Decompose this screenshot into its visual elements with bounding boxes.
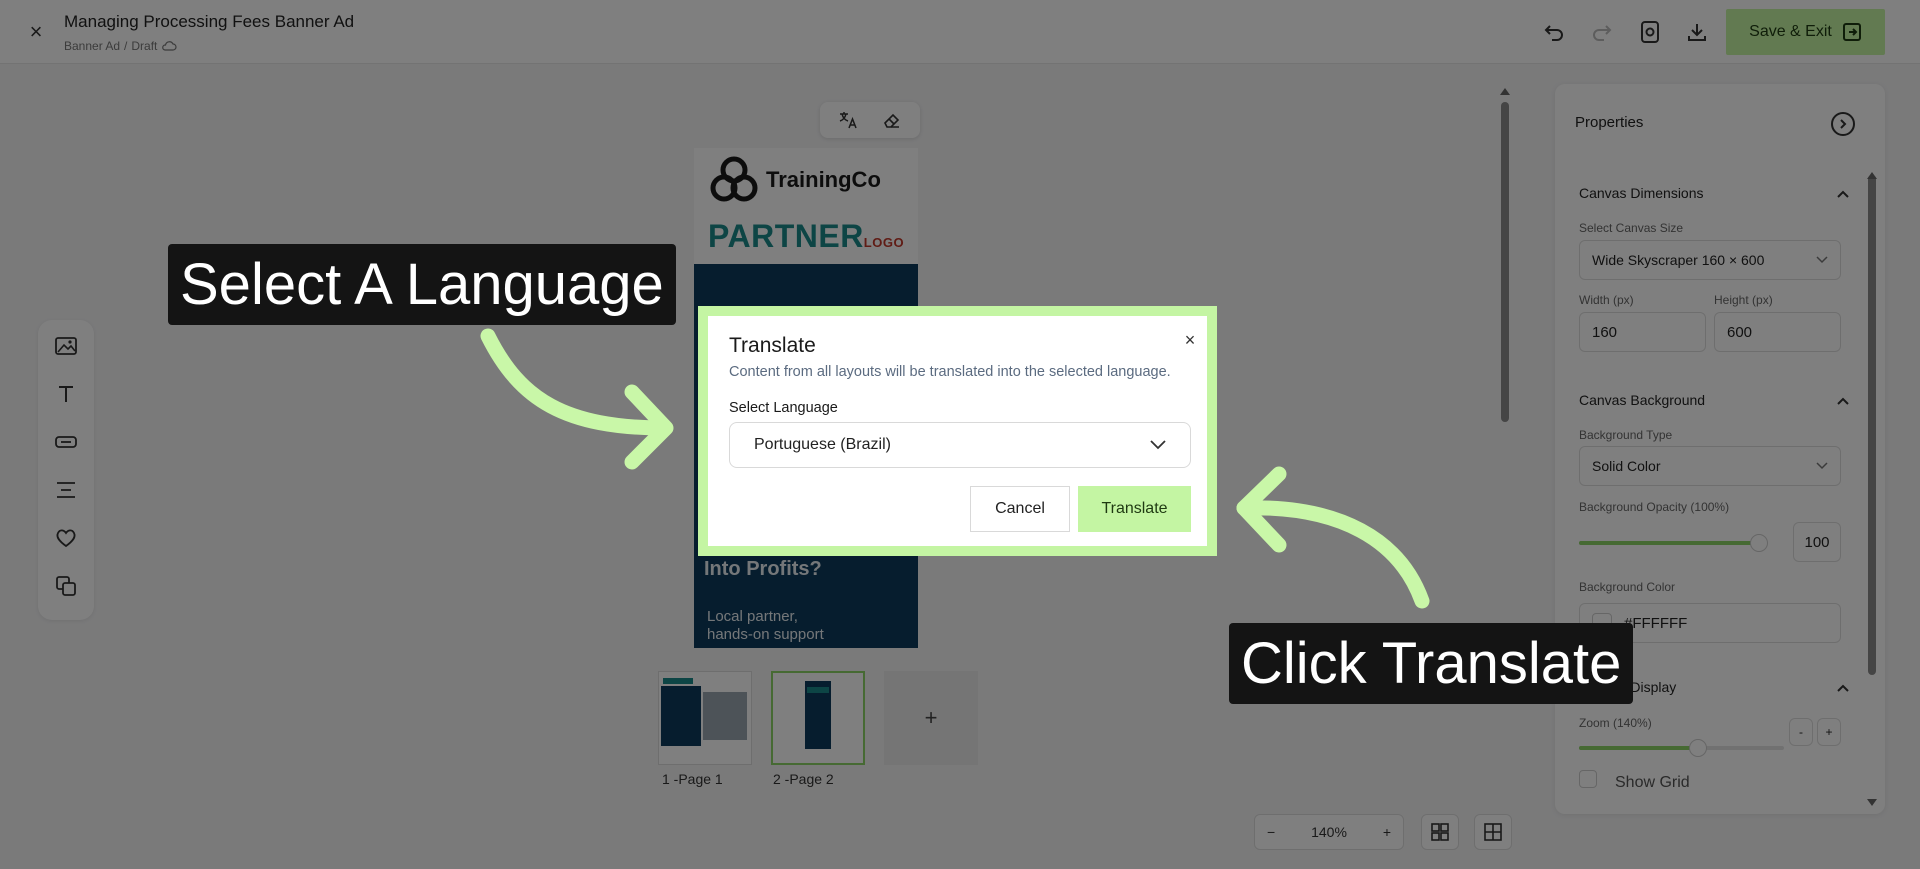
translate-dialog: Translate × Content from all layouts wil… [708, 316, 1207, 546]
selected-language: Portuguese (Brazil) [754, 436, 891, 453]
translate-button[interactable]: Translate [1078, 486, 1191, 532]
dialog-title: Translate [729, 334, 816, 357]
select-language-label: Select Language [729, 400, 838, 416]
cancel-button[interactable]: Cancel [970, 486, 1070, 532]
select-language-callout: Select A Language [168, 244, 676, 325]
chevron-down-icon [1150, 440, 1166, 450]
dialog-description: Content from all layouts will be transla… [729, 364, 1171, 380]
close-icon[interactable]: × [1182, 331, 1198, 349]
language-select[interactable]: Portuguese (Brazil) [729, 422, 1191, 468]
click-translate-callout: Click Translate [1229, 623, 1634, 704]
